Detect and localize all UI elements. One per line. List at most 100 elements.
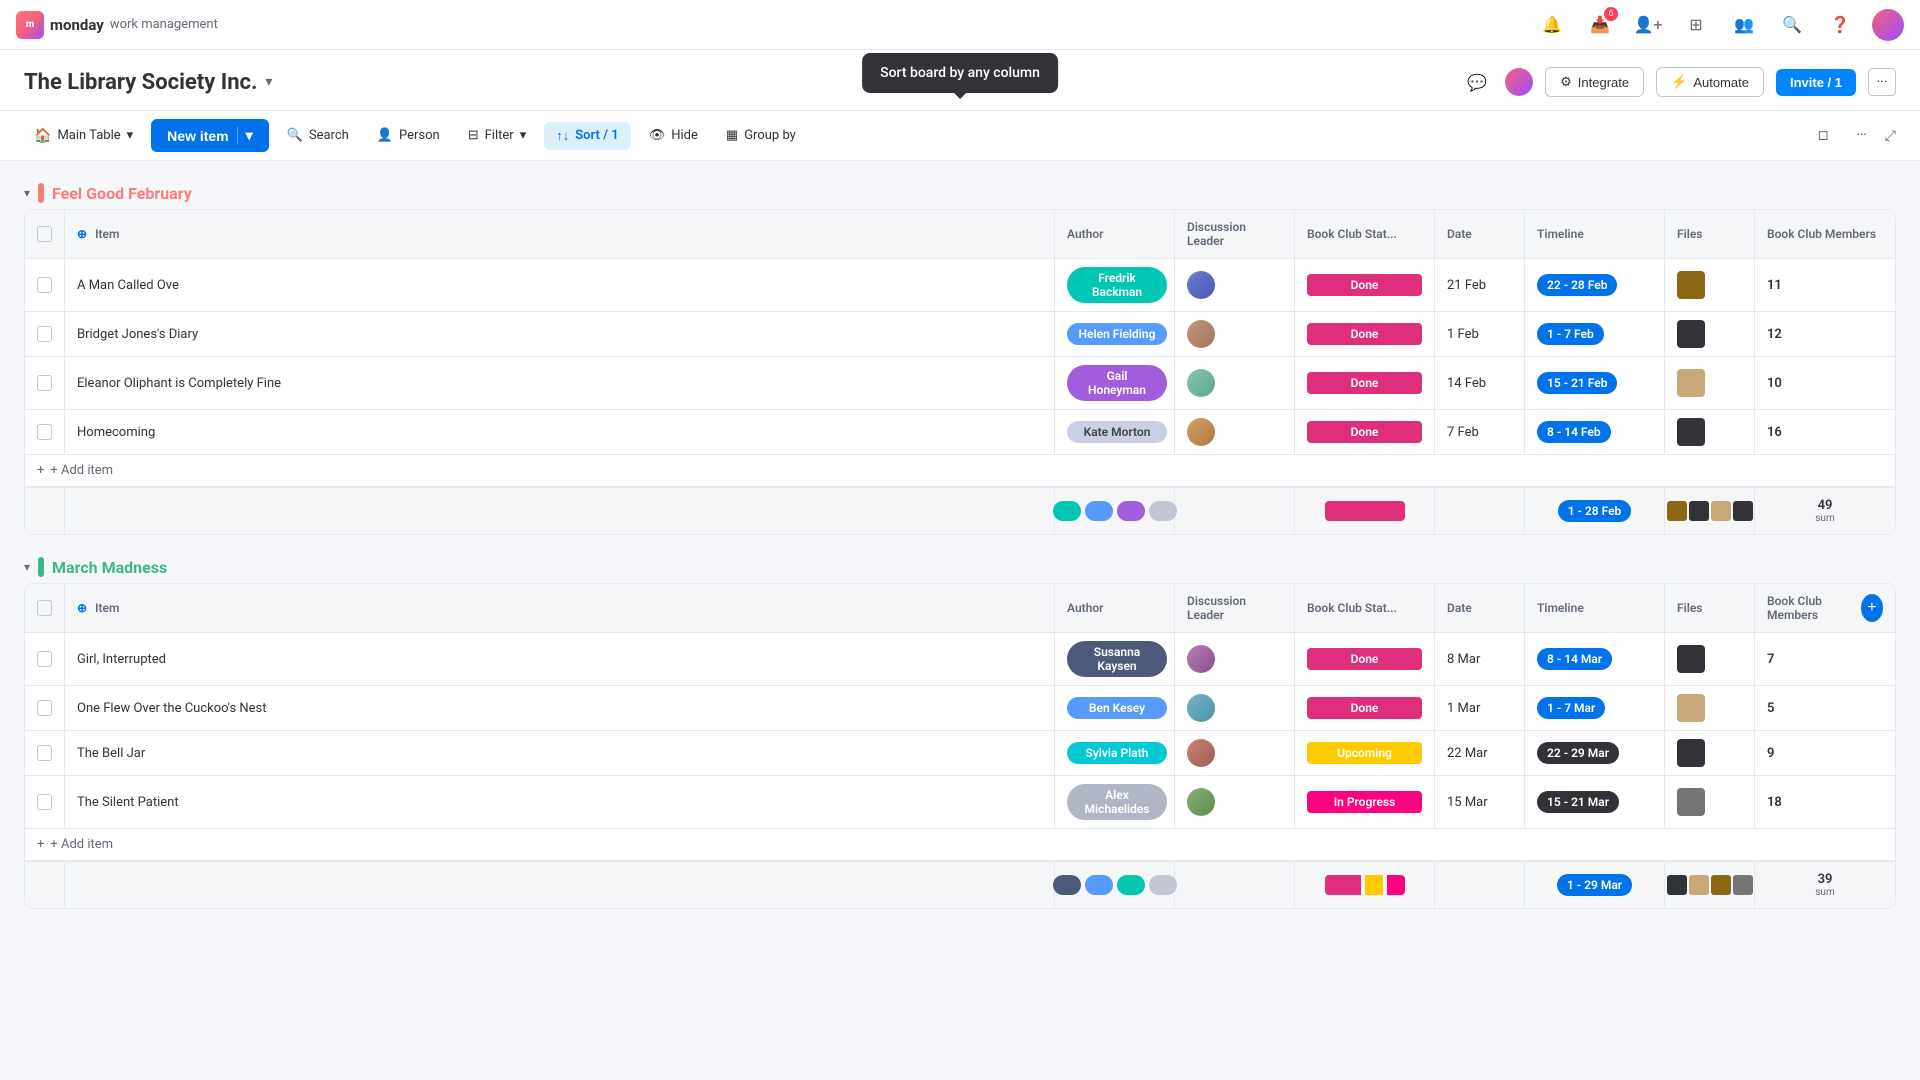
hide-button[interactable]: 👁 Hide <box>639 122 708 149</box>
status-badge: Done <box>1307 648 1422 670</box>
th-timeline-mar: Timeline <box>1525 584 1665 632</box>
filter-chevron-icon: ▾ <box>520 128 527 143</box>
author-summary <box>1053 875 1177 895</box>
mini-file <box>1667 875 1687 895</box>
summary-files <box>1665 862 1755 908</box>
td-check <box>25 357 65 409</box>
search-button-toolbar[interactable]: 🔍 Search <box>277 122 359 149</box>
group-chevron-icon-mar[interactable]: ▾ <box>24 560 30 574</box>
group-header-march[interactable]: ▾ March Madness <box>24 551 1896 583</box>
filter-button[interactable]: ⊟ Filter ▾ <box>458 122 537 149</box>
mini-file <box>1711 501 1731 521</box>
inbox-button[interactable]: 📥 6 <box>1584 9 1616 41</box>
date-value: 14 Feb <box>1447 376 1486 391</box>
status-summary-multi <box>1325 875 1405 895</box>
apps-button[interactable]: ⊞ <box>1680 9 1712 41</box>
table-chevron-icon: ▾ <box>127 128 134 143</box>
add-item-row-mar[interactable]: + + Add item <box>25 829 1895 860</box>
row-checkbox[interactable] <box>37 794 52 810</box>
group-header-feel-good[interactable]: ▾ Feel Good February <box>24 177 1896 209</box>
th-timeline-feb: Timeline <box>1525 210 1665 258</box>
workspace-avatar[interactable] <box>1505 68 1533 96</box>
apps-toolbar-button[interactable]: ◻ <box>1808 122 1839 149</box>
person-icon: 👤 <box>377 128 393 143</box>
mini-chip <box>1149 875 1177 895</box>
td-item: One Flew Over the Cuckoo's Nest ⊕ <box>65 686 1055 730</box>
group-feel-good-february: ▾ Feel Good February ⊕ Item Author Discu… <box>24 177 1896 535</box>
new-item-button[interactable]: New item ▾ <box>151 119 269 152</box>
add-column-button[interactable]: + <box>1861 594 1883 622</box>
group-chevron-icon-feb[interactable]: ▾ <box>24 186 30 200</box>
table-row: Bridget Jones's Diary ⊕ Helen Fielding D… <box>25 312 1895 357</box>
summary-check <box>25 862 65 908</box>
users-button[interactable]: 👥 <box>1728 9 1760 41</box>
row-checkbox[interactable] <box>37 651 52 667</box>
header-checkbox-mar[interactable] <box>37 600 52 616</box>
th-date-mar: Date <box>1435 584 1525 632</box>
notifications-button[interactable]: 🔔 <box>1536 9 1568 41</box>
chat-button[interactable]: 💬 <box>1461 66 1493 98</box>
row-checkbox[interactable] <box>37 424 52 440</box>
th-members-mar: Book Club Members + <box>1755 584 1895 632</box>
home-icon: 🏠 <box>34 128 51 144</box>
members-count: 9 <box>1767 746 1774 761</box>
date-value: 7 Feb <box>1447 425 1479 440</box>
header-checkbox-feb[interactable] <box>37 226 52 242</box>
file-thumb <box>1677 320 1705 348</box>
row-checkbox[interactable] <box>37 745 52 761</box>
row-checkbox[interactable] <box>37 277 52 293</box>
integrate-button[interactable]: ⚙ Integrate <box>1545 67 1644 97</box>
table-selector[interactable]: 🏠 Main Table ▾ <box>24 122 143 150</box>
td-files <box>1665 259 1755 311</box>
td-timeline: 22 - 29 Mar <box>1525 731 1665 775</box>
top-navigation: m monday work management 🔔 📥 6 👤+ ⊞ 👥 🔍 … <box>0 0 1920 50</box>
mini-chip <box>1085 501 1113 521</box>
summary-row-mar: 1 - 29 Mar 39 sum <box>25 860 1895 908</box>
row-checkbox[interactable] <box>37 375 52 391</box>
summary-author <box>1055 862 1175 908</box>
person-filter-button[interactable]: 👤 Person <box>367 122 450 149</box>
add-user-button[interactable]: 👤+ <box>1632 9 1664 41</box>
automate-button[interactable]: ⚡ Automate <box>1656 67 1764 97</box>
td-check <box>25 259 65 311</box>
workspace-chevron-icon[interactable]: ▾ <box>265 74 272 90</box>
members-count: 16 <box>1767 425 1782 440</box>
more-options-button[interactable]: ··· <box>1868 68 1896 96</box>
td-discussion <box>1175 410 1295 454</box>
mini-chip <box>1053 875 1081 895</box>
item-name: Homecoming <box>77 425 155 440</box>
sort-button[interactable]: ↑↓ Sort / 1 <box>544 122 631 150</box>
td-author: Helen Fielding <box>1055 312 1175 356</box>
help-button[interactable]: ❓ <box>1824 9 1856 41</box>
td-files <box>1665 731 1755 775</box>
add-item-label: + Add item <box>50 837 113 852</box>
date-value: 1 Feb <box>1447 327 1479 342</box>
th-author-feb: Author <box>1055 210 1175 258</box>
discussion-avatar <box>1187 271 1215 299</box>
timeline-chip: 8 - 14 Mar <box>1537 648 1612 670</box>
summary-members: 39 sum <box>1755 862 1895 908</box>
members-count: 5 <box>1767 701 1774 716</box>
apps-icon: ◻ <box>1818 128 1829 143</box>
group-by-button[interactable]: ▦ Group by <box>716 122 806 149</box>
th-date-feb: Date <box>1435 210 1525 258</box>
td-discussion <box>1175 776 1295 828</box>
discussion-avatar <box>1187 739 1215 767</box>
user-avatar[interactable] <box>1872 9 1904 41</box>
row-checkbox[interactable] <box>37 326 52 342</box>
status-badge: Upcoming <box>1307 742 1422 764</box>
discussion-avatar <box>1187 418 1215 446</box>
row-checkbox[interactable] <box>37 700 52 716</box>
expand-button[interactable]: ⤢ <box>1885 128 1896 144</box>
new-item-dropdown-arrow[interactable]: ▾ <box>237 127 253 144</box>
timeline-chip: 22 - 29 Mar <box>1537 742 1619 764</box>
more-toolbar-button[interactable]: ··· <box>1847 122 1877 149</box>
add-item-row-feb[interactable]: + + Add item <box>25 455 1895 486</box>
summary-check <box>25 488 65 534</box>
discussion-avatar <box>1187 645 1215 673</box>
th-author-mar: Author <box>1055 584 1175 632</box>
summary-files <box>1665 488 1755 534</box>
search-button[interactable]: 🔍 <box>1776 9 1808 41</box>
add-item-label: + Add item <box>50 463 113 478</box>
invite-button[interactable]: Invite / 1 <box>1776 69 1856 96</box>
